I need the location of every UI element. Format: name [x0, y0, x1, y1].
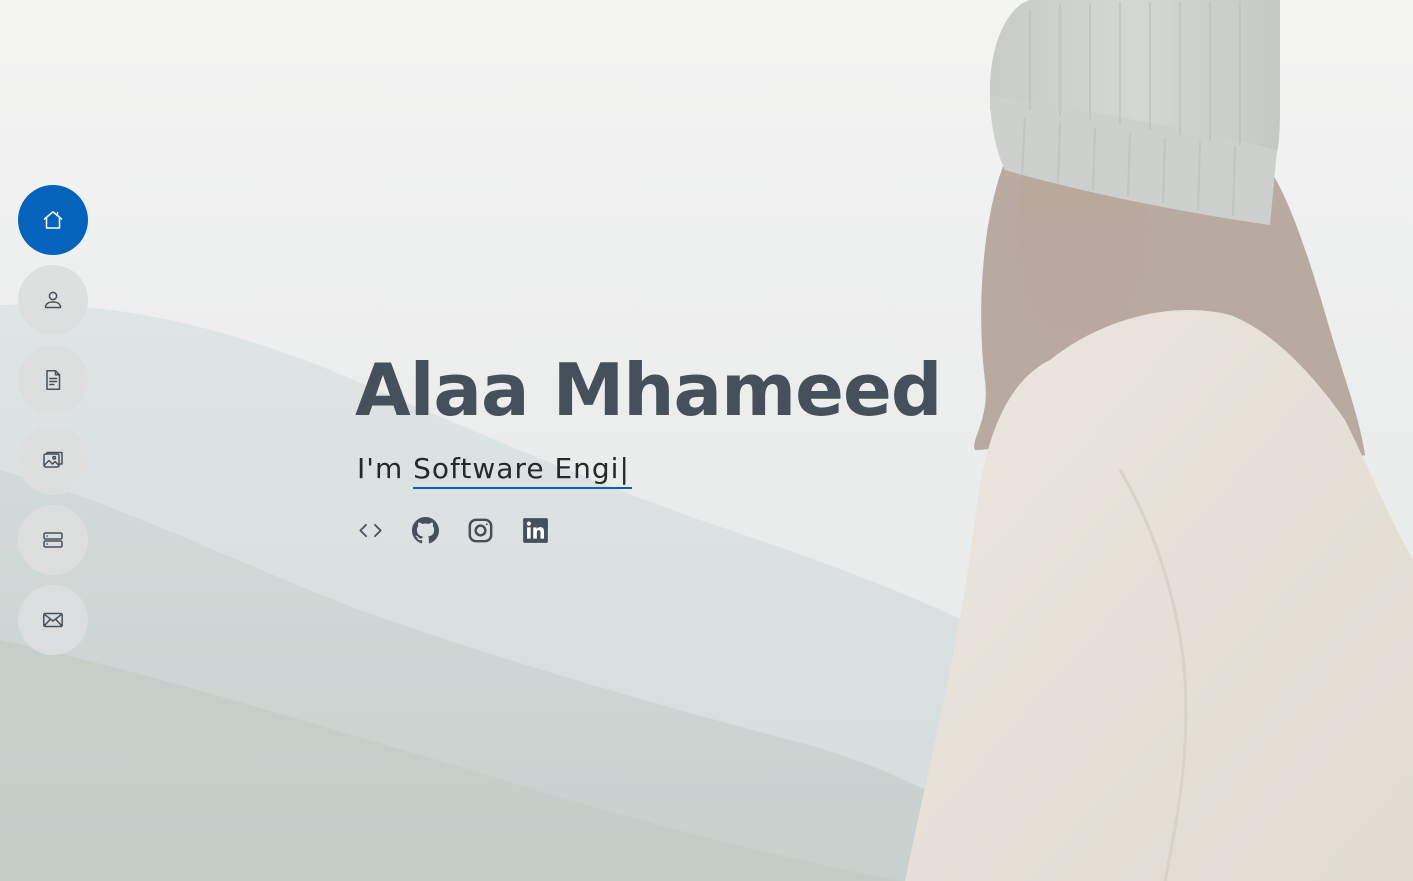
- nav-resume-button[interactable]: [18, 345, 88, 415]
- house-icon: [43, 211, 63, 229]
- sidebar-nav: [18, 185, 88, 655]
- images-icon: [43, 451, 63, 468]
- linkedin-icon: [523, 518, 548, 543]
- tagline-prefix: I'm: [357, 452, 414, 485]
- social-links: [357, 517, 941, 544]
- typed-role-value: Software Engi: [413, 452, 620, 485]
- typed-role-text: Software Engi|: [413, 451, 632, 489]
- github-icon: [412, 517, 439, 544]
- github-link[interactable]: [412, 517, 439, 544]
- person-icon: [44, 291, 62, 309]
- hero-section: Alaa Mhameed I'm Software Engi|: [355, 345, 942, 544]
- server-icon: [43, 532, 63, 548]
- code-icon: [359, 523, 382, 538]
- linkedin-link[interactable]: [522, 517, 549, 544]
- nav-services-button[interactable]: [18, 505, 88, 575]
- instagram-link[interactable]: [467, 517, 494, 544]
- nav-about-button[interactable]: [18, 265, 88, 335]
- file-text-icon: [46, 370, 61, 390]
- code-link[interactable]: [357, 517, 384, 544]
- nav-contact-button[interactable]: [18, 585, 88, 655]
- typing-cursor: |: [619, 452, 630, 485]
- instagram-icon: [468, 518, 493, 543]
- nav-home-button[interactable]: [18, 185, 88, 255]
- hero-tagline: I'm Software Engi|: [357, 449, 941, 489]
- hero-name: Alaa Mhameed: [355, 348, 942, 432]
- envelope-icon: [43, 612, 63, 628]
- nav-portfolio-button[interactable]: [18, 425, 88, 495]
